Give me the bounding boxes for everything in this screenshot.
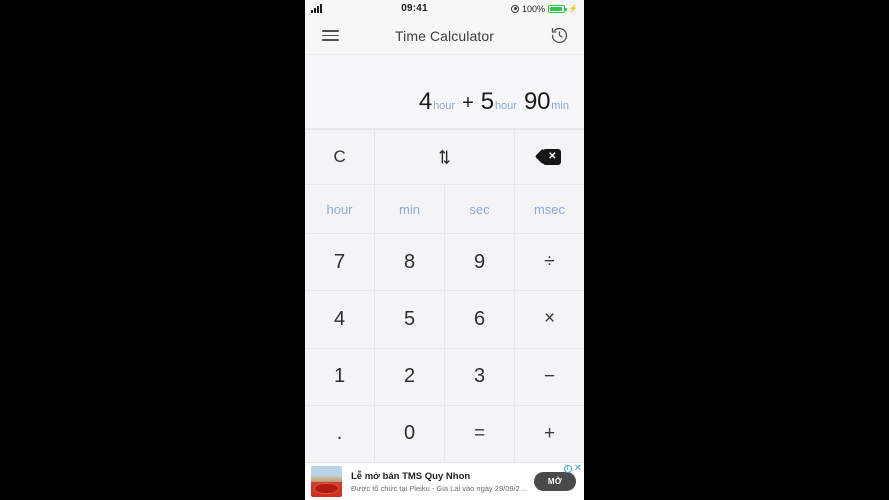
key-9[interactable]: 9	[445, 234, 514, 291]
ad-thumbnail-image	[311, 466, 342, 497]
key-divide[interactable]: ÷	[515, 234, 584, 291]
key-7[interactable]: 7	[305, 234, 374, 291]
hamburger-menu-icon[interactable]	[317, 23, 343, 49]
swap-up-down-icon	[438, 148, 451, 166]
key-5[interactable]: 5	[375, 291, 444, 348]
key-minus[interactable]: −	[515, 348, 584, 405]
keypad-row-456: 4 5 6 ×	[305, 291, 584, 348]
key-2[interactable]: 2	[375, 348, 444, 405]
expr-number-3: 90	[523, 88, 551, 115]
keypad-row-123: 1 2 3 −	[305, 348, 584, 405]
phone-viewport: 09:41 100% ⚡ Time Calculator 4 hour + 5 …	[305, 0, 584, 500]
screen-background: 09:41 100% ⚡ Time Calculator 4 hour + 5 …	[0, 0, 889, 500]
backspace-button[interactable]: ✕	[514, 130, 584, 184]
ad-close-icon[interactable]: ✕	[574, 464, 582, 474]
expr-unit-2: hour	[494, 100, 517, 112]
status-bar: 09:41 100% ⚡	[305, 0, 584, 17]
keypad-row-bottom: . 0 = +	[305, 405, 584, 462]
key-plus[interactable]: +	[515, 405, 584, 462]
key-decimal[interactable]: .	[305, 405, 374, 462]
key-1[interactable]: 1	[305, 348, 374, 405]
key-4[interactable]: 4	[305, 291, 374, 348]
ad-text-block: Lễ mở bán TMS Quy Nhon Được tổ chức tại …	[342, 470, 534, 494]
battery-full-icon	[548, 4, 567, 13]
ad-title: Lễ mở bán TMS Quy Nhon	[351, 470, 471, 482]
signal-bars-icon	[311, 4, 322, 13]
ad-controls: i ✕	[563, 464, 582, 474]
swap-button[interactable]	[375, 130, 514, 184]
ad-subtitle: Được tổ chức tại Pleiku - Gia Lai vào ng…	[351, 483, 528, 493]
status-bar-right: 100% ⚡	[511, 4, 578, 14]
battery-percent-label: 100%	[522, 3, 546, 14]
unit-button-sec[interactable]: sec	[445, 185, 514, 233]
keypad-row-789: 7 8 9 ÷	[305, 234, 584, 291]
key-multiply[interactable]: ×	[515, 291, 584, 348]
page-title: Time Calculator	[394, 27, 494, 44]
keypad-unit-row: hour min sec msec	[305, 185, 584, 233]
ad-banner[interactable]: Lễ mở bán TMS Quy Nhon Được tổ chức tại …	[305, 462, 584, 500]
backspace-delete-icon: ✕	[535, 149, 562, 166]
unit-button-min[interactable]: min	[375, 185, 444, 233]
expr-operator: +	[462, 92, 474, 114]
expr-number-2: 5	[480, 88, 494, 115]
clear-button[interactable]: C	[305, 130, 375, 184]
expression: 4 hour + 5 hour 90 min	[419, 88, 569, 116]
key-8[interactable]: 8	[375, 234, 444, 291]
history-clock-icon[interactable]	[546, 23, 572, 49]
unit-button-hour[interactable]: hour	[305, 185, 374, 233]
key-0[interactable]: 0	[375, 405, 444, 462]
expr-unit-3: min	[551, 100, 569, 112]
keypad-function-row: C ✕	[305, 130, 584, 184]
alarm-icon	[511, 4, 519, 13]
key-equals[interactable]: =	[445, 405, 514, 462]
status-bar-clock: 09:41	[401, 3, 428, 14]
keypad: C ✕ hour min sec msec 7 8 9 ÷ 4 5 6 × 1 …	[305, 129, 584, 462]
charging-icon: ⚡	[568, 3, 578, 13]
key-6[interactable]: 6	[445, 291, 514, 348]
ad-cta-button[interactable]: MỞ	[533, 472, 576, 491]
ad-info-icon[interactable]: i	[563, 464, 572, 473]
expr-number-1: 4	[418, 88, 433, 115]
expr-unit-1: hour	[433, 100, 456, 112]
key-3[interactable]: 3	[445, 348, 514, 405]
unit-button-msec[interactable]: msec	[515, 185, 584, 233]
app-bar: Time Calculator	[305, 17, 584, 55]
calculator-display[interactable]: 4 hour + 5 hour 90 min	[305, 55, 584, 129]
